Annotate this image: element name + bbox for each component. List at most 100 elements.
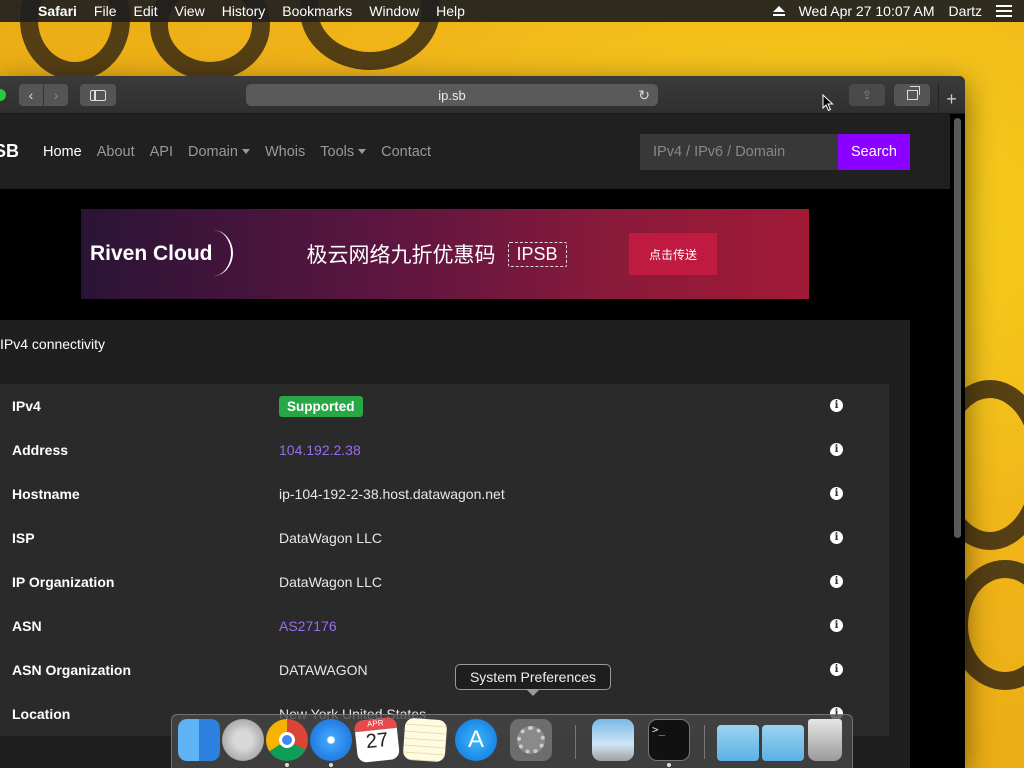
reload-icon[interactable]: ↻ <box>638 87 650 104</box>
back-button[interactable]: ‹ <box>19 84 43 106</box>
info-icon[interactable]: i <box>830 619 843 632</box>
search-button[interactable]: Search <box>838 134 910 170</box>
info-icon[interactable]: i <box>830 443 843 456</box>
address-bar[interactable]: ip.sb ↻ <box>246 84 658 106</box>
caret-down-icon <box>358 149 367 155</box>
info-icon[interactable]: i <box>830 487 843 500</box>
row-value: ip-104-192-2-38.host.datawagon.net <box>279 486 505 502</box>
menu-bar: Safari File Edit View History Bookmarks … <box>0 0 1024 22</box>
tabs-icon <box>906 86 920 100</box>
site-brand[interactable]: SB <box>0 141 19 162</box>
applications-folder-icon[interactable] <box>717 725 759 761</box>
url-text: ip.sb <box>438 87 466 103</box>
asn-link[interactable]: AS27176 <box>279 618 337 634</box>
menu-window[interactable]: Window <box>369 3 419 19</box>
banner-logo: Riven Cloud <box>90 230 233 276</box>
caret-down-icon <box>241 149 250 155</box>
zoom-window-button[interactable] <box>0 89 6 101</box>
nav-tools-dropdown[interactable]: Tools <box>320 143 367 160</box>
nav-contact[interactable]: Contact <box>381 144 431 160</box>
ipv4-card: IPv4 connectivity IPv4 Supported i Addre… <box>0 320 910 768</box>
info-icon[interactable]: i <box>830 399 843 412</box>
terminal-prompt: >_ <box>652 723 666 736</box>
promo-banner[interactable]: Riven Cloud 极云网络九折优惠码 IPSB 点击传送 <box>81 209 809 299</box>
info-icon[interactable]: i <box>830 663 843 676</box>
status-badge: Supported <box>279 395 363 417</box>
info-icon[interactable]: i <box>830 531 843 544</box>
forward-button[interactable]: › <box>44 84 68 106</box>
nav-api[interactable]: API <box>150 144 173 160</box>
dock-tooltip: System Preferences <box>455 664 611 696</box>
menu-help[interactable]: Help <box>436 3 465 19</box>
running-indicator <box>329 763 333 767</box>
nav-home[interactable]: Home <box>43 144 82 160</box>
dock: APR 27 A >_ <box>171 714 853 768</box>
row-label: ASN <box>12 618 42 634</box>
table-row: IP Organization DataWagon LLC i <box>0 560 889 604</box>
downloads-folder-icon[interactable] <box>762 725 804 761</box>
show-tabs-button[interactable] <box>894 84 930 106</box>
table-row: Hostname ip-104-192-2-38.host.datawagon.… <box>0 472 889 516</box>
site-navbar: SB Home About API Domain Whois Tools Con… <box>0 114 950 189</box>
banner-coupon-code: IPSB <box>507 241 567 267</box>
trash-icon[interactable] <box>808 719 842 761</box>
table-row: ISP DataWagon LLC i <box>0 516 889 560</box>
notes-icon[interactable] <box>402 717 448 763</box>
dock-separator <box>575 725 576 759</box>
safari-icon[interactable] <box>310 719 352 761</box>
menu-user[interactable]: Dartz <box>949 3 982 19</box>
menu-bookmarks[interactable]: Bookmarks <box>282 3 352 19</box>
search-input[interactable]: IPv4 / IPv6 / Domain <box>640 134 838 170</box>
finder-icon[interactable] <box>178 719 220 761</box>
app-store-icon[interactable]: A <box>455 719 497 761</box>
address-link[interactable]: 104.192.2.38 <box>279 442 361 458</box>
row-label: IPv4 <box>12 398 41 414</box>
table-row: ASN AS27176 i <box>0 604 889 648</box>
info-icon[interactable]: i <box>830 575 843 588</box>
menu-edit[interactable]: Edit <box>133 3 157 19</box>
menu-file[interactable]: File <box>94 3 117 19</box>
sidebar-icon <box>90 89 106 101</box>
running-indicator <box>285 763 289 767</box>
eject-icon[interactable] <box>772 6 785 16</box>
dock-separator <box>704 725 705 759</box>
share-button[interactable]: ⇪ <box>849 84 885 106</box>
banner-button[interactable]: 点击传送 <box>629 233 717 275</box>
mouse-cursor-icon <box>822 94 834 112</box>
menu-clock[interactable]: Wed Apr 27 10:07 AM <box>799 3 935 19</box>
menu-history[interactable]: History <box>222 3 266 19</box>
browser-toolbar: ‹ › ip.sb ↻ ⇪ + <box>0 76 965 114</box>
row-label: IP Organization <box>12 574 115 590</box>
nav-whois[interactable]: Whois <box>265 144 305 160</box>
menu-view[interactable]: View <box>175 3 205 19</box>
row-value: DataWagon LLC <box>279 574 382 590</box>
row-label: Hostname <box>12 486 80 502</box>
ipv4-table: IPv4 Supported i Address 104.192.2.38 i … <box>0 384 889 736</box>
row-value: DATAWAGON <box>279 662 368 678</box>
banner-text: 极云网络九折优惠码 <box>306 244 496 267</box>
chrome-icon[interactable] <box>266 719 308 761</box>
calendar-icon[interactable]: APR 27 <box>353 716 401 764</box>
new-tab-button[interactable]: + <box>938 84 964 114</box>
menu-app-name[interactable]: Safari <box>38 3 77 19</box>
nav-domain-label: Domain <box>187 143 238 160</box>
preview-icon[interactable] <box>592 719 634 761</box>
running-indicator <box>667 763 671 767</box>
notification-center-icon[interactable] <box>996 5 1012 17</box>
calendar-day: 27 <box>364 728 390 754</box>
nav-tools-label: Tools <box>320 143 355 160</box>
nav-about[interactable]: About <box>97 144 135 160</box>
system-preferences-icon[interactable] <box>510 719 552 761</box>
nav-domain-dropdown[interactable]: Domain <box>188 144 250 160</box>
vertical-scrollbar[interactable] <box>954 118 961 538</box>
table-row: ASN Organization DATAWAGON i <box>0 648 889 692</box>
table-row: Address 104.192.2.38 i <box>0 428 889 472</box>
row-value: DataWagon LLC <box>279 530 382 546</box>
row-label: Address <box>12 442 69 458</box>
table-row: IPv4 Supported i <box>0 384 889 428</box>
terminal-icon[interactable]: >_ <box>648 719 690 761</box>
launchpad-icon[interactable] <box>222 719 264 761</box>
row-label: ASN Organization <box>12 662 132 678</box>
card-title: IPv4 connectivity <box>0 336 106 352</box>
sidebar-toggle-button[interactable] <box>80 84 116 106</box>
